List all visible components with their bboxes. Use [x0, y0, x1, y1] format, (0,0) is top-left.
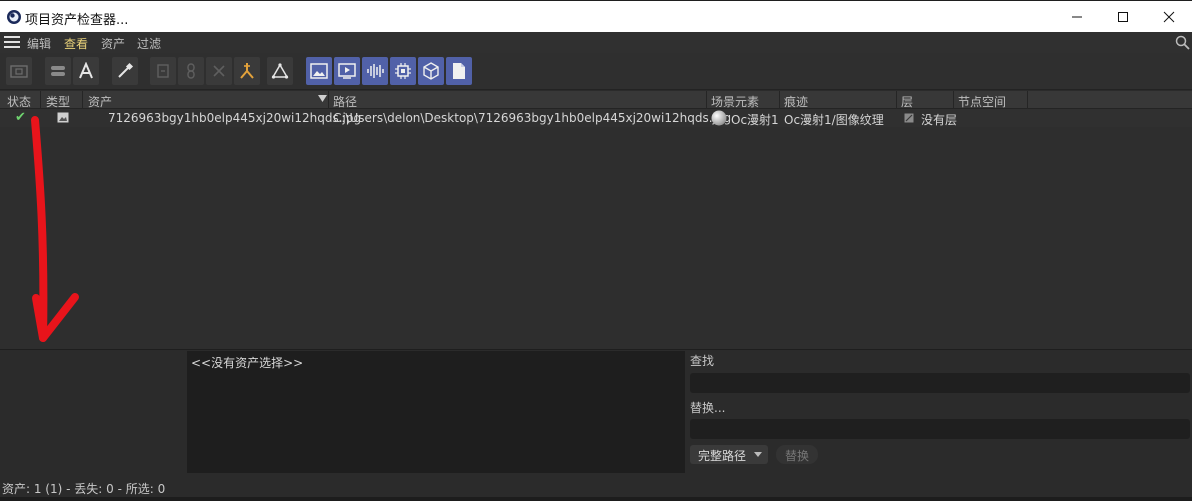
layer-name: 没有层 — [921, 113, 958, 127]
menu-view[interactable]: 查看 — [64, 35, 88, 52]
background-strip — [0, 497, 1192, 501]
delete-button[interactable] — [206, 57, 232, 85]
header-path[interactable]: 路径 — [333, 93, 357, 110]
text-button[interactable] — [73, 57, 99, 85]
header-trace[interactable]: 痕迹 — [784, 93, 808, 110]
minimize-button[interactable] — [1054, 1, 1100, 33]
image-icon — [57, 112, 69, 123]
maximize-icon — [1118, 12, 1128, 22]
triangle-icon — [271, 63, 289, 79]
header-asset[interactable]: 资产 — [88, 93, 112, 110]
text-icon — [79, 62, 93, 79]
preview-panel — [0, 351, 187, 473]
document-icon — [453, 63, 465, 79]
status-ok-icon: ✔ — [15, 110, 26, 125]
header-scene-element[interactable]: 场景元素 — [711, 93, 759, 110]
replace-button[interactable]: 替换 — [776, 445, 818, 464]
merge-icon — [240, 63, 254, 79]
merge-button[interactable] — [234, 57, 260, 85]
maximize-button[interactable] — [1100, 1, 1146, 33]
search-icon[interactable] — [1175, 35, 1190, 50]
minimize-icon — [1072, 16, 1082, 18]
filter-images-button[interactable] — [306, 57, 332, 85]
menu-bar: 编辑 查看 资产 过滤 — [0, 32, 1192, 53]
table-row[interactable]: ✔ 7126963bgy1hb0elp445xj20wi12hqds.jpg C… — [0, 109, 1192, 127]
find-replace-panel: 查找 替换... 完整路径 替换 — [686, 351, 1192, 473]
folder-button[interactable] — [6, 57, 32, 85]
close-icon — [1163, 11, 1175, 23]
asset-table: 状态 类型 资产 路径 场景元素 痕迹 层 节点空间 ✔ 7126963bgy1… — [0, 91, 1192, 350]
asset-info-panel: <<没有资产选择>> — [187, 351, 685, 473]
image-icon — [310, 63, 328, 79]
menu-edit[interactable]: 编辑 — [27, 35, 51, 52]
scene-element: Oc漫射1 — [731, 113, 779, 127]
filter-cube-button[interactable] — [418, 57, 444, 85]
header-layer[interactable]: 层 — [901, 93, 913, 110]
replace-input[interactable] — [690, 419, 1190, 439]
cube-icon — [423, 62, 439, 80]
cinema4d-icon — [7, 10, 21, 24]
menu-assets[interactable]: 资产 — [101, 35, 125, 52]
copy-button[interactable] — [150, 57, 176, 85]
close-button[interactable] — [1146, 1, 1192, 33]
find-label: 查找 — [690, 354, 715, 368]
hamburger-menu-icon[interactable] — [4, 36, 20, 48]
link-icon — [187, 63, 195, 79]
toolbar — [0, 53, 1192, 90]
path-mode-value: 完整路径 — [698, 449, 747, 463]
eyedropper-button[interactable] — [112, 57, 138, 85]
header-node-space[interactable]: 节点空间 — [958, 93, 1006, 110]
status-bar: 资产: 1 (1) - 丢失: 0 - 所选: 0 — [0, 473, 1192, 497]
chip-icon — [395, 63, 411, 79]
window-title: 项目资产检查器... — [25, 13, 129, 28]
toggle-button[interactable] — [45, 57, 71, 85]
find-input[interactable] — [690, 373, 1190, 393]
delete-icon — [213, 65, 225, 77]
title-bar: 项目资产检查器... — [0, 0, 1192, 32]
link-button[interactable] — [178, 57, 204, 85]
sort-descending-icon[interactable] — [318, 94, 327, 103]
copy-icon — [157, 64, 169, 78]
asset-path: C:\Users\delon\Desktop\7126963bgy1hb0elp… — [333, 111, 732, 125]
asset-name: 7126963bgy1hb0elp445xj20wi12hqds.jpg — [108, 111, 362, 125]
filter-audio-button[interactable] — [362, 57, 388, 85]
material-sphere-icon — [711, 110, 727, 126]
replace-label: 替换... — [690, 401, 726, 415]
header-type[interactable]: 类型 — [46, 93, 70, 110]
header-status[interactable]: 状态 — [7, 93, 31, 110]
triangle-button[interactable] — [267, 57, 293, 85]
folder-icon — [10, 65, 28, 78]
status-text: 资产: 1 (1) - 丢失: 0 - 所选: 0 — [2, 482, 166, 496]
table-header: 状态 类型 资产 路径 场景元素 痕迹 层 节点空间 — [0, 91, 1192, 109]
filter-document-button[interactable] — [446, 57, 472, 85]
menu-filter[interactable]: 过滤 — [137, 35, 161, 52]
toggle-icon — [51, 66, 65, 76]
filter-chip-button[interactable] — [390, 57, 416, 85]
audio-icon — [367, 64, 384, 78]
chevron-down-icon — [754, 452, 762, 457]
video-icon — [338, 63, 356, 79]
filter-video-button[interactable] — [334, 57, 360, 85]
path-mode-dropdown[interactable]: 完整路径 — [690, 445, 768, 464]
layer-icon — [904, 113, 914, 123]
trace-path: Oc漫射1/图像纹理 — [784, 113, 884, 127]
selection-info: <<没有资产选择>> — [191, 356, 304, 370]
eyedropper-icon — [118, 62, 134, 78]
